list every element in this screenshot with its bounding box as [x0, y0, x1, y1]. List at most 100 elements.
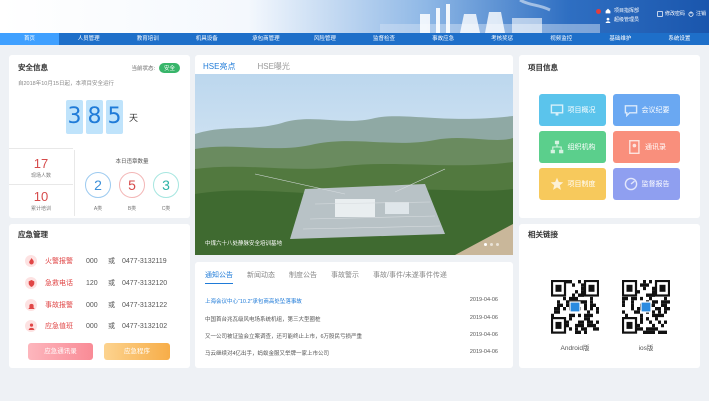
status-label: 当前状态: — [131, 66, 155, 72]
emergency-contacts-button[interactable]: 应急通讯录 — [28, 343, 93, 360]
gauge-icon — [624, 177, 637, 191]
emergency-row-fire: 火警报警 000 或 0477-3132119 — [25, 254, 167, 268]
nav-training[interactable]: 教育培训 — [118, 33, 177, 45]
logout-link[interactable]: 注销 — [696, 10, 706, 17]
divider — [9, 184, 73, 185]
nav-contractor[interactable]: 承包商管理 — [236, 33, 295, 45]
notice-item[interactable]: 又一公司被证监会立案调查，还可能终止上市，6万股民亏损严重 2019-04-06 — [205, 332, 498, 340]
nav-equipment[interactable]: 机具设备 — [177, 33, 236, 45]
emergency-row-accident: 事故报警 000 或 0477-3132122 — [25, 298, 167, 312]
ios-qr-code[interactable] — [622, 280, 670, 334]
notice-title[interactable]: 马云继续对4亿出手，蚂蚁金服又举牌一家上市公司 — [205, 349, 329, 357]
emergency-tel: 0477-3132119 — [122, 257, 167, 265]
nav-inspection[interactable]: 监督检查 — [354, 33, 413, 45]
divider — [9, 148, 73, 149]
star-icon — [550, 177, 563, 190]
tile-label: 会议纪要 — [641, 107, 670, 114]
emergency-row-ambulance: 急救电话 120 或 0477-3132120 — [25, 276, 167, 290]
carousel-dot[interactable] — [496, 243, 499, 246]
tile-meeting-minutes[interactable]: 会议纪要 — [613, 94, 680, 126]
carousel-dot[interactable] — [484, 243, 487, 246]
tab-rules[interactable]: 制度公告 — [289, 270, 317, 284]
power-plant-illustration — [380, 0, 600, 33]
emergency-code: 120 — [86, 279, 98, 287]
nav-home[interactable]: 首页 — [0, 33, 60, 45]
nav-emergency[interactable]: 事故应急 — [414, 33, 473, 45]
nav-settings[interactable]: 系统设置 — [650, 33, 709, 45]
phone-book-icon — [629, 140, 640, 154]
main-nav: 首页 人员管理 教育培训 机具设备 承包商管理 风险管理 监督检查 事故应急 考… — [0, 33, 709, 45]
carousel-dot[interactable] — [490, 243, 493, 246]
edit-icon — [657, 10, 663, 17]
user-icon — [605, 17, 611, 23]
emergency-code: 000 — [86, 257, 98, 265]
nav-video[interactable]: 视频监控 — [532, 33, 591, 45]
tile-contacts[interactable]: 通讯录 — [613, 131, 680, 163]
project-name: 项目指挥部 — [614, 8, 640, 14]
hse-photo-carousel[interactable]: 中煤六十八处静脉安全培训基地 — [195, 74, 513, 255]
days-unit: 天 — [129, 113, 139, 123]
violation-b-count: 5 — [119, 172, 145, 198]
tab-accident-warning[interactable]: 事故警示 — [331, 270, 359, 284]
notice-title[interactable]: 上海会议中心“10.2”承包商高处坠落事故 — [205, 297, 302, 305]
android-qr-code[interactable] — [551, 280, 599, 334]
tab-incident-transfer[interactable]: 事故/事件/未遂事件传递 — [373, 270, 447, 284]
nav-risk[interactable]: 风险管理 — [295, 33, 354, 45]
notice-title[interactable]: 中国首台兆瓦级风电场系统机组，第三大型圈桩 — [205, 315, 321, 323]
app-header: 项目指挥部 超级管理员 修改密码 注销 — [0, 0, 709, 33]
android-label: Android版 — [560, 345, 590, 352]
home-icon — [605, 8, 611, 13]
notice-item[interactable]: 马云继续对4亿出手，蚂蚁金服又举牌一家上市公司 2019-04-06 — [205, 349, 498, 357]
notice-tabs: 通知公告 新闻动态 制度公告 事故警示 事故/事件/未遂事件传递 — [205, 270, 461, 284]
onsite-count: 17 现场人数 — [9, 156, 73, 179]
alert-dot-icon — [596, 9, 601, 14]
nav-personnel[interactable]: 人员管理 — [59, 33, 118, 45]
tile-project-rules[interactable]: 项目制度 — [539, 168, 606, 200]
emergency-or: 或 — [108, 280, 115, 287]
onsite-label: 现场人数 — [30, 173, 51, 179]
notice-date: 2019-04-06 — [469, 315, 498, 321]
emergency-tel: 0477-3132122 — [122, 301, 168, 309]
user-role: 超级管理员 — [614, 17, 640, 23]
tile-project-overview[interactable]: 项目概况 — [539, 94, 606, 126]
chat-icon — [624, 105, 637, 117]
carousel-dots — [481, 243, 499, 246]
violation-c-count: 3 — [153, 172, 179, 198]
emergency-tel: 0477-3132120 — [122, 279, 168, 287]
emergency-or: 或 — [108, 258, 115, 265]
tab-notice[interactable]: 通知公告 — [205, 270, 233, 284]
violation-b-label: B类 — [127, 206, 137, 212]
user-info: 项目指挥部 超级管理员 — [605, 6, 639, 24]
emergency-or: 或 — [108, 323, 115, 330]
notice-date: 2019-04-06 — [469, 349, 498, 355]
tile-label: 项目制度 — [567, 181, 596, 188]
tile-label: 监督报告 — [641, 181, 670, 188]
days-digit: 8 — [86, 100, 103, 134]
tile-organization[interactable]: 组织机构 — [539, 131, 606, 163]
notice-date: 2019-04-06 — [469, 297, 498, 303]
violation-a-label: A类 — [93, 206, 103, 212]
emergency-row-duty: 应急值班 000 或 0477-3132102 — [25, 319, 167, 333]
status-badge: 安全 — [158, 63, 180, 73]
fire-icon — [25, 255, 37, 267]
change-password-link[interactable]: 修改密码 — [665, 10, 685, 17]
tile-supervision-report[interactable]: 监督报告 — [613, 168, 680, 200]
notice-item[interactable]: 上海会议中心“10.2”承包商高处坠落事故 2019-04-06 — [205, 297, 498, 305]
notice-item[interactable]: 中国首台兆瓦级风电场系统机组，第三大型圈桩 2019-04-06 — [205, 315, 498, 323]
safe-days-counter: 3 8 5 天 — [66, 100, 138, 134]
header-actions: 修改密码 注销 — [657, 10, 706, 17]
emergency-or: 或 — [108, 302, 115, 309]
violation-c-label: C类 — [161, 206, 171, 212]
nav-assessment[interactable]: 考核奖惩 — [473, 33, 532, 45]
ios-label: ios版 — [638, 345, 654, 352]
tab-news[interactable]: 新闻动态 — [247, 270, 275, 284]
nav-maintenance[interactable]: 基础维护 — [591, 33, 650, 45]
emergency-procedure-button[interactable]: 应急程序 — [104, 343, 170, 360]
notice-title[interactable]: 又一公司被证监会立案调查，还可能终止上市，6万股民亏损严重 — [205, 332, 362, 340]
safety-title: 安全信息 — [18, 63, 48, 72]
user-line: 超级管理员 — [605, 15, 639, 24]
project-line: 项目指挥部 — [605, 6, 639, 15]
tile-label: 项目概况 — [567, 107, 596, 114]
training-value: 10 — [33, 189, 49, 204]
today-violations-title: 本日违章数量 — [115, 159, 149, 165]
